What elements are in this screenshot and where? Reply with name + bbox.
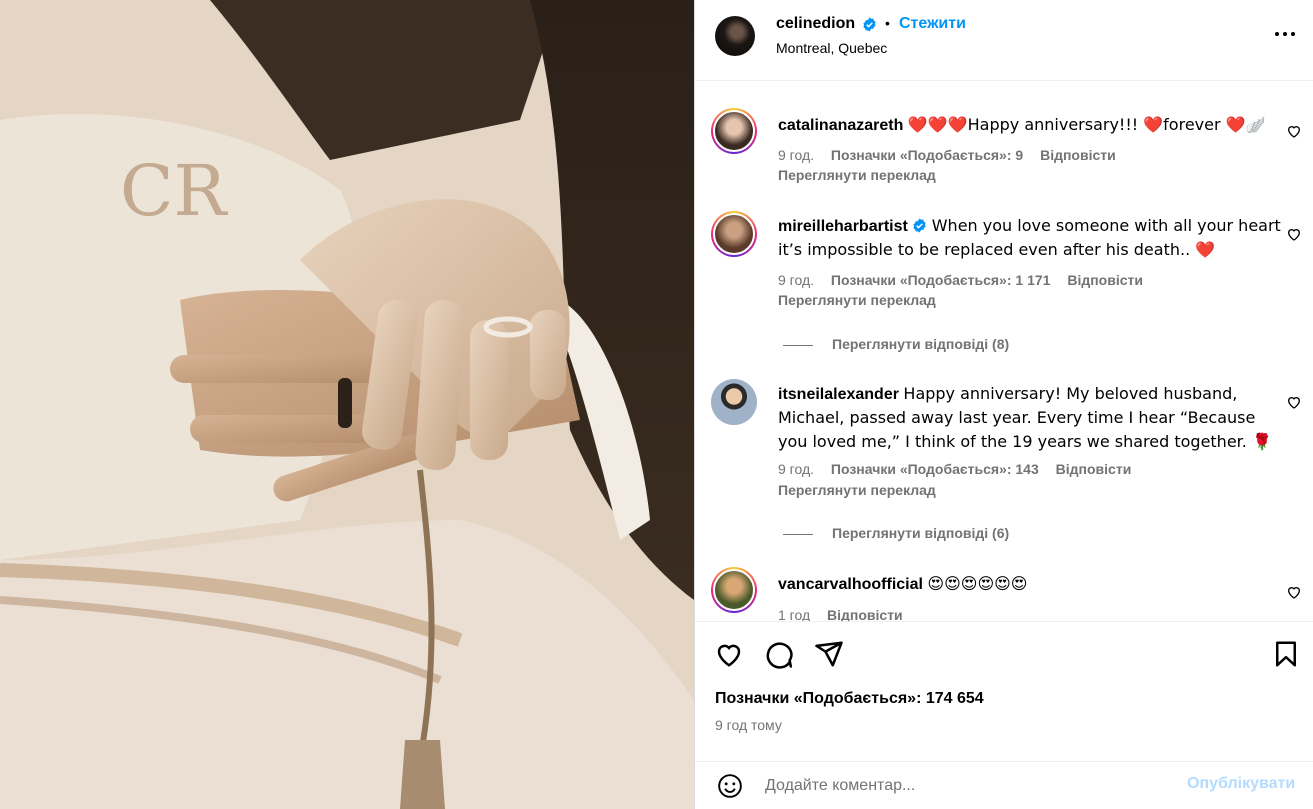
wedding-hands-image: CR <box>0 0 694 809</box>
commenter-avatar[interactable] <box>711 108 757 154</box>
commenter-avatar[interactable] <box>711 211 757 257</box>
comment-time[interactable]: 1 год <box>778 607 810 621</box>
author-username[interactable]: celinedion <box>776 15 855 33</box>
comment-likes[interactable]: Позначки «Подобається»: 1 171 <box>831 272 1051 288</box>
post-header: celinedion • Стежити Montreal, Quebec <box>695 0 1313 81</box>
commenter-avatar[interactable] <box>711 379 757 425</box>
more-options-icon[interactable] <box>1271 20 1299 48</box>
emoji-picker-icon[interactable] <box>717 773 743 799</box>
follow-button[interactable]: Стежити <box>899 15 966 33</box>
like-heart-icon[interactable] <box>714 639 744 669</box>
post-comment-button[interactable]: Опублікувати <box>1187 775 1295 793</box>
post-timestamp[interactable]: 9 год тому <box>715 717 782 733</box>
separator-dot: • <box>885 15 890 31</box>
comment-input[interactable] <box>765 772 1165 800</box>
view-replies-link[interactable]: Переглянути відповіді (8) <box>783 336 1009 352</box>
add-comment-bar: Опублікувати <box>695 761 1313 809</box>
post-photo[interactable]: CR <box>0 0 694 809</box>
commenter-avatar[interactable] <box>711 567 757 613</box>
post-location[interactable]: Montreal, Quebec <box>776 40 887 56</box>
comment-text: vancarvalhoofficial 😍😍😍😍😍😍 <box>778 574 1028 593</box>
like-comment-heart-icon[interactable] <box>1286 123 1302 139</box>
comment-meta: 9 год. Позначки «Подобається»: 1 171 Від… <box>778 272 1156 288</box>
comment-username[interactable]: itsneilalexander <box>778 386 899 403</box>
view-replies-link[interactable]: Переглянути відповіді (6) <box>783 525 1009 541</box>
author-avatar[interactable] <box>715 16 755 56</box>
comment-text: mireilleharbartist When you love someone… <box>778 216 1281 259</box>
comment-likes[interactable]: Позначки «Подобається»: 143 <box>831 461 1039 477</box>
comment-likes[interactable]: Позначки «Подобається»: 9 <box>831 147 1023 163</box>
comment-time[interactable]: 9 год. <box>778 272 814 288</box>
reply-button[interactable]: Відповісти <box>1056 461 1132 477</box>
see-translation-link[interactable]: Переглянути переклад <box>778 482 936 498</box>
like-comment-heart-icon[interactable] <box>1286 394 1302 410</box>
post-sidebar: celinedion • Стежити Montreal, Quebec ca… <box>694 0 1313 809</box>
verified-badge-icon <box>913 218 926 233</box>
comment-bubble-icon[interactable] <box>764 639 794 669</box>
see-translation-link[interactable]: Переглянути переклад <box>778 292 936 308</box>
like-comment-heart-icon[interactable] <box>1286 226 1302 242</box>
comments-list[interactable]: catalinanazareth ❤️❤️❤️Happy anniversary… <box>695 81 1313 621</box>
comment-text: catalinanazareth ❤️❤️❤️Happy anniversary… <box>778 115 1266 134</box>
verified-badge-icon <box>863 17 876 32</box>
svg-text:CR: CR <box>120 150 229 232</box>
save-bookmark-icon[interactable] <box>1271 639 1301 669</box>
post-actions: Позначки «Подобається»: 174 654 9 год то… <box>695 621 1313 761</box>
reply-button[interactable]: Відповісти <box>1067 272 1143 288</box>
see-translation-link[interactable]: Переглянути переклад <box>778 167 936 183</box>
comment-meta: 1 год Відповісти <box>778 607 916 621</box>
share-send-icon[interactable] <box>814 639 844 669</box>
post-like-count[interactable]: Позначки «Подобається»: 174 654 <box>715 690 984 708</box>
reply-button[interactable]: Відповісти <box>1040 147 1116 163</box>
comment-meta: 9 год. Позначки «Подобається»: 143 Відпо… <box>778 461 1144 477</box>
like-comment-heart-icon[interactable] <box>1286 584 1302 600</box>
comment-username[interactable]: catalinanazareth <box>778 117 903 134</box>
comment-username[interactable]: vancarvalhoofficial <box>778 576 923 593</box>
comment-meta: 9 год. Позначки «Подобається»: 9 Відпові… <box>778 147 1129 163</box>
comment-time[interactable]: 9 год. <box>778 147 814 163</box>
comment-username[interactable]: mireilleharbartist <box>778 218 908 235</box>
reply-button[interactable]: Відповісти <box>827 607 903 621</box>
comment-text: itsneilalexander Happy anniversary! My b… <box>778 384 1272 451</box>
comment-time[interactable]: 9 год. <box>778 461 814 477</box>
